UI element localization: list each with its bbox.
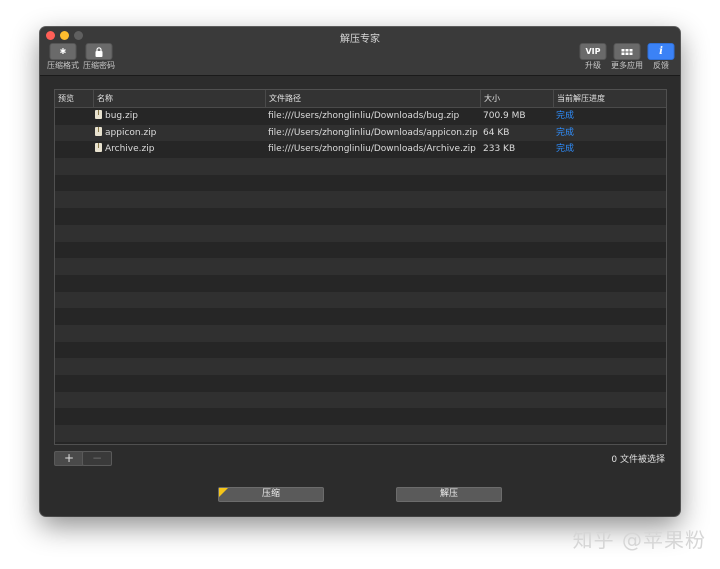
column-header-progress[interactable]: 当前解压进度 (553, 90, 666, 107)
compress-button-label: 压缩 (261, 489, 280, 499)
file-icon (95, 110, 102, 119)
table-row[interactable] (55, 242, 666, 259)
table-row[interactable] (55, 291, 666, 309)
table-row[interactable]: bug.zip file:///Users/zhonglinliu/Downloa… (55, 108, 666, 125)
cell-size: 700.9 MB (483, 111, 526, 121)
column-header-size[interactable]: 大小 (480, 90, 553, 107)
cell-path: file:///Users/zhonglinliu/Downloads/appi… (268, 127, 478, 138)
cell-path: file:///Users/zhonglinliu/Downloads/bug.… (268, 111, 460, 121)
compress-password-label: 压缩密码 (83, 61, 115, 70)
selected-count-text: 0 文件被选择 (611, 455, 665, 465)
feedback-button[interactable]: i 反馈 (641, 43, 680, 73)
cell-path: file:///Users/zhonglinliu/Downloads/Arch… (268, 144, 476, 155)
table-row[interactable] (55, 391, 666, 409)
table-row[interactable] (55, 275, 666, 292)
file-name: Archive.zip (105, 144, 155, 155)
table-header: 预览 名称 文件路径 大小 当前解压进度 (55, 90, 666, 108)
file-icon (95, 143, 102, 153)
table-row[interactable] (55, 342, 666, 359)
table-row[interactable] (55, 224, 666, 242)
table-row[interactable] (55, 358, 666, 375)
cell-name: bug.zip (95, 108, 138, 125)
extract-button[interactable]: 解压 (396, 487, 502, 502)
cell-size: 64 KB (483, 127, 510, 138)
file-icon (95, 126, 102, 136)
column-header-name[interactable]: 名称 (93, 90, 265, 107)
table-row[interactable] (55, 375, 666, 392)
app-window: 解压专家 ✱ 压缩格式 压缩密码 VIP 升级 更多应用 i 反馈 预览 名称 … (40, 27, 680, 516)
table-row[interactable] (55, 425, 666, 442)
cell-progress: 完成 (556, 111, 575, 121)
grid-icon (613, 43, 641, 60)
cell-progress: 完成 (556, 127, 575, 138)
feedback-label: 反馈 (653, 61, 669, 70)
cell-size: 233 KB (483, 144, 516, 155)
table-row[interactable] (55, 175, 666, 192)
table-row[interactable] (55, 408, 666, 425)
table-row[interactable]: Archive.zip file:///Users/zhonglinliu/Dow… (55, 141, 666, 158)
column-header-path[interactable]: 文件路径 (265, 90, 480, 107)
column-header-preview[interactable]: 预览 (55, 90, 93, 107)
extract-button-label: 解压 (439, 489, 458, 499)
cell-name: Archive.zip (95, 141, 154, 158)
compress-button[interactable]: 压缩 (218, 487, 324, 502)
table-row[interactable]: appicon.zip file:///Users/zhonglinliu/Dow… (55, 124, 666, 142)
table-row[interactable] (55, 258, 666, 275)
file-name: appicon.zip (105, 127, 157, 138)
table-row[interactable] (55, 324, 666, 342)
table-row[interactable] (55, 208, 666, 225)
gear-icon: ✱ (49, 43, 77, 60)
add-file-button[interactable]: + (54, 451, 84, 466)
info-icon: i (647, 43, 675, 60)
file-name: bug.zip (105, 111, 138, 121)
table-row[interactable] (55, 308, 666, 325)
cell-name: appicon.zip (95, 125, 156, 142)
table-row[interactable] (55, 158, 666, 175)
vip-icon: VIP (579, 43, 607, 60)
titlebar: 解压专家 ✱ 压缩格式 压缩密码 VIP 升级 更多应用 i 反馈 (40, 27, 680, 76)
remove-file-button[interactable]: − (82, 451, 112, 466)
cell-progress: 完成 (556, 144, 575, 155)
table-row[interactable] (55, 191, 666, 209)
lock-icon (85, 43, 113, 60)
file-table: 预览 名称 文件路径 大小 当前解压进度 bug.zip file:///User… (54, 89, 667, 445)
compress-password-button[interactable]: 压缩密码 (79, 43, 119, 73)
pro-badge-icon (219, 488, 228, 497)
table-body: bug.zip file:///Users/zhonglinliu/Downloa… (55, 108, 666, 442)
watermark-text: 知乎 @苹果粉 (572, 528, 706, 552)
